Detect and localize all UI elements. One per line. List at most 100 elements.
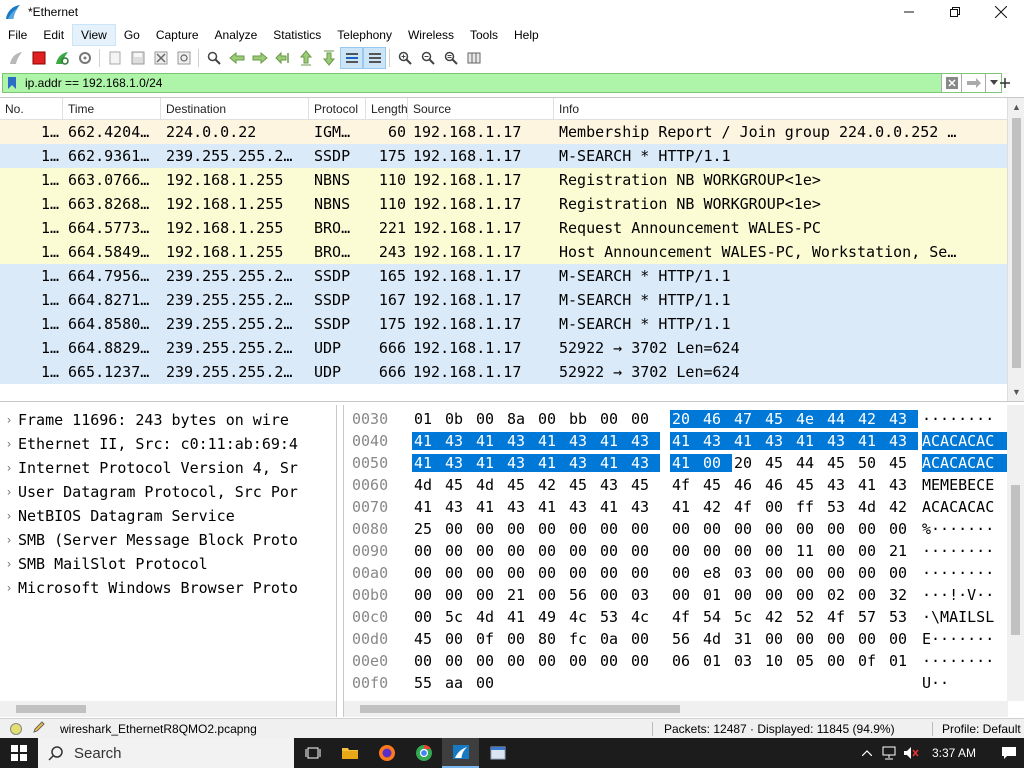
hex-byte[interactable]: 20	[732, 454, 763, 472]
hex-byte[interactable]: 00	[412, 652, 443, 670]
scroll-thumb[interactable]	[1011, 485, 1020, 635]
hex-byte[interactable]: 00	[794, 630, 825, 648]
hex-byte[interactable]: 43	[567, 498, 598, 516]
taskbar-search-box[interactable]: Search	[38, 738, 294, 768]
hex-byte[interactable]: 0f	[856, 652, 887, 670]
hex-byte[interactable]: 4f	[825, 608, 856, 626]
start-capture-button[interactable]	[4, 47, 27, 69]
hex-ascii[interactable]: ACACACAC	[922, 498, 1007, 516]
hex-byte[interactable]: 46	[763, 476, 794, 494]
hex-byte[interactable]: 31	[732, 630, 763, 648]
close-button[interactable]	[978, 0, 1024, 24]
hex-byte[interactable]: 50	[856, 454, 887, 472]
hex-byte[interactable]: 42	[536, 476, 567, 494]
hex-byte[interactable]: 57	[856, 608, 887, 626]
hex-byte[interactable]: 41	[670, 454, 701, 472]
menu-wireless[interactable]: Wireless	[400, 24, 462, 46]
hex-byte[interactable]: 00	[670, 564, 701, 582]
tree-item[interactable]: › SMB MailSlot Protocol	[0, 552, 336, 576]
hex-byte[interactable]: 00	[763, 564, 794, 582]
hex-byte[interactable]: 47	[732, 410, 763, 428]
packet-row[interactable]: 1… 664.5849… 192.168.1.255 BRO… 243 192.168.1…	[0, 240, 1024, 264]
hex-byte[interactable]: 41	[412, 498, 443, 516]
hex-byte[interactable]: 00	[701, 520, 732, 538]
taskbar-clock[interactable]: 3:37 AM	[932, 746, 976, 760]
save-file-button[interactable]	[126, 47, 149, 69]
hex-byte[interactable]: 00	[412, 586, 443, 604]
hex-ascii[interactable]: %·······	[922, 520, 1007, 538]
hex-byte[interactable]: 00	[412, 608, 443, 626]
hex-byte[interactable]: 00	[474, 520, 505, 538]
clear-filter-button[interactable]	[941, 74, 961, 92]
hex-byte[interactable]: 00	[536, 564, 567, 582]
hex-byte[interactable]: 54	[701, 608, 732, 626]
tree-item[interactable]: › User Datagram Protocol, Src Por	[0, 480, 336, 504]
hex-byte[interactable]: 5c	[732, 608, 763, 626]
column-header-destination[interactable]: Destination	[161, 98, 309, 120]
hex-byte[interactable]: 41	[856, 476, 887, 494]
tree-item[interactable]: › SMB (Server Message Block Proto	[0, 528, 336, 552]
expand-arrow-icon[interactable]: ›	[0, 533, 18, 547]
resize-columns-button[interactable]	[462, 47, 485, 69]
hex-ascii[interactable]: U··	[922, 674, 1007, 692]
hex-byte[interactable]: 41	[474, 498, 505, 516]
hex-byte[interactable]: 00	[505, 630, 536, 648]
hex-byte[interactable]: 25	[412, 520, 443, 538]
hex-byte[interactable]: 52	[794, 608, 825, 626]
hex-byte[interactable]: 80	[536, 630, 567, 648]
hex-byte[interactable]: 41	[856, 432, 887, 450]
hex-byte[interactable]: 0a	[598, 630, 629, 648]
hex-byte[interactable]: 00	[763, 498, 794, 516]
hex-byte[interactable]: 00	[763, 542, 794, 560]
normal-size-button[interactable]	[439, 47, 462, 69]
hex-byte[interactable]: 41	[598, 498, 629, 516]
hex-byte[interactable]: 00	[536, 652, 567, 670]
hex-byte[interactable]: 43	[887, 476, 918, 494]
hex-byte[interactable]: 41	[412, 454, 443, 472]
tree-item[interactable]: › Frame 11696: 243 bytes on wire	[0, 408, 336, 432]
packet-row[interactable]: 1… 662.9361… 239.255.255.2… SSDP 175 192.168.…	[0, 144, 1024, 168]
expand-arrow-icon[interactable]: ›	[0, 509, 18, 523]
hex-byte[interactable]: 4d	[474, 608, 505, 626]
hex-byte[interactable]: 41	[474, 432, 505, 450]
hex-byte[interactable]: fc	[567, 630, 598, 648]
hex-byte[interactable]: 01	[701, 652, 732, 670]
hex-byte[interactable]: 00	[794, 520, 825, 538]
hex-byte[interactable]: 00	[567, 652, 598, 670]
hex-byte[interactable]: 41	[505, 608, 536, 626]
apply-filter-button[interactable]	[961, 74, 985, 92]
hex-byte[interactable]: 55	[412, 674, 443, 692]
maximize-button[interactable]	[932, 0, 978, 24]
minimize-button[interactable]	[886, 0, 932, 24]
hex-byte[interactable]: 00	[474, 674, 505, 692]
packet-row[interactable]: 1… 665.1237… 239.255.255.2… UDP 666 192.168.1…	[0, 360, 1024, 384]
hex-byte[interactable]: 00	[474, 410, 505, 428]
menu-capture[interactable]: Capture	[148, 24, 207, 46]
hex-byte[interactable]: 56	[567, 586, 598, 604]
hex-byte[interactable]: 03	[732, 652, 763, 670]
hex-byte[interactable]: 45	[412, 630, 443, 648]
menu-tools[interactable]: Tools	[462, 24, 506, 46]
hex-byte[interactable]: 00	[443, 520, 474, 538]
hex-ascii[interactable]: MEMEBECE	[922, 476, 1007, 494]
hex-byte[interactable]: 4c	[567, 608, 598, 626]
packet-row[interactable]: 1… 664.7956… 239.255.255.2… SSDP 165 192.168.…	[0, 264, 1024, 288]
filter-bookmark-button[interactable]	[3, 74, 21, 92]
hex-byte[interactable]: 44	[825, 410, 856, 428]
column-header-no[interactable]: No.	[0, 98, 63, 120]
hex-byte[interactable]: 00	[598, 542, 629, 560]
hex-byte[interactable]: 00	[474, 586, 505, 604]
menu-statistics[interactable]: Statistics	[265, 24, 329, 46]
hex-byte[interactable]: 42	[887, 498, 918, 516]
hex-byte[interactable]: 45	[763, 410, 794, 428]
hex-byte[interactable]: 00	[825, 652, 856, 670]
hex-byte[interactable]: 00	[856, 586, 887, 604]
hex-byte[interactable]: 00	[567, 542, 598, 560]
hex-byte[interactable]: 43	[887, 432, 918, 450]
hex-byte[interactable]: 00	[887, 630, 918, 648]
hex-byte[interactable]: 00	[794, 586, 825, 604]
menu-edit[interactable]: Edit	[35, 24, 72, 46]
packet-list-scrollbar[interactable]: ▲ ▼	[1007, 98, 1024, 401]
hex-byte[interactable]: 00	[732, 542, 763, 560]
hex-byte[interactable]: 00	[505, 652, 536, 670]
